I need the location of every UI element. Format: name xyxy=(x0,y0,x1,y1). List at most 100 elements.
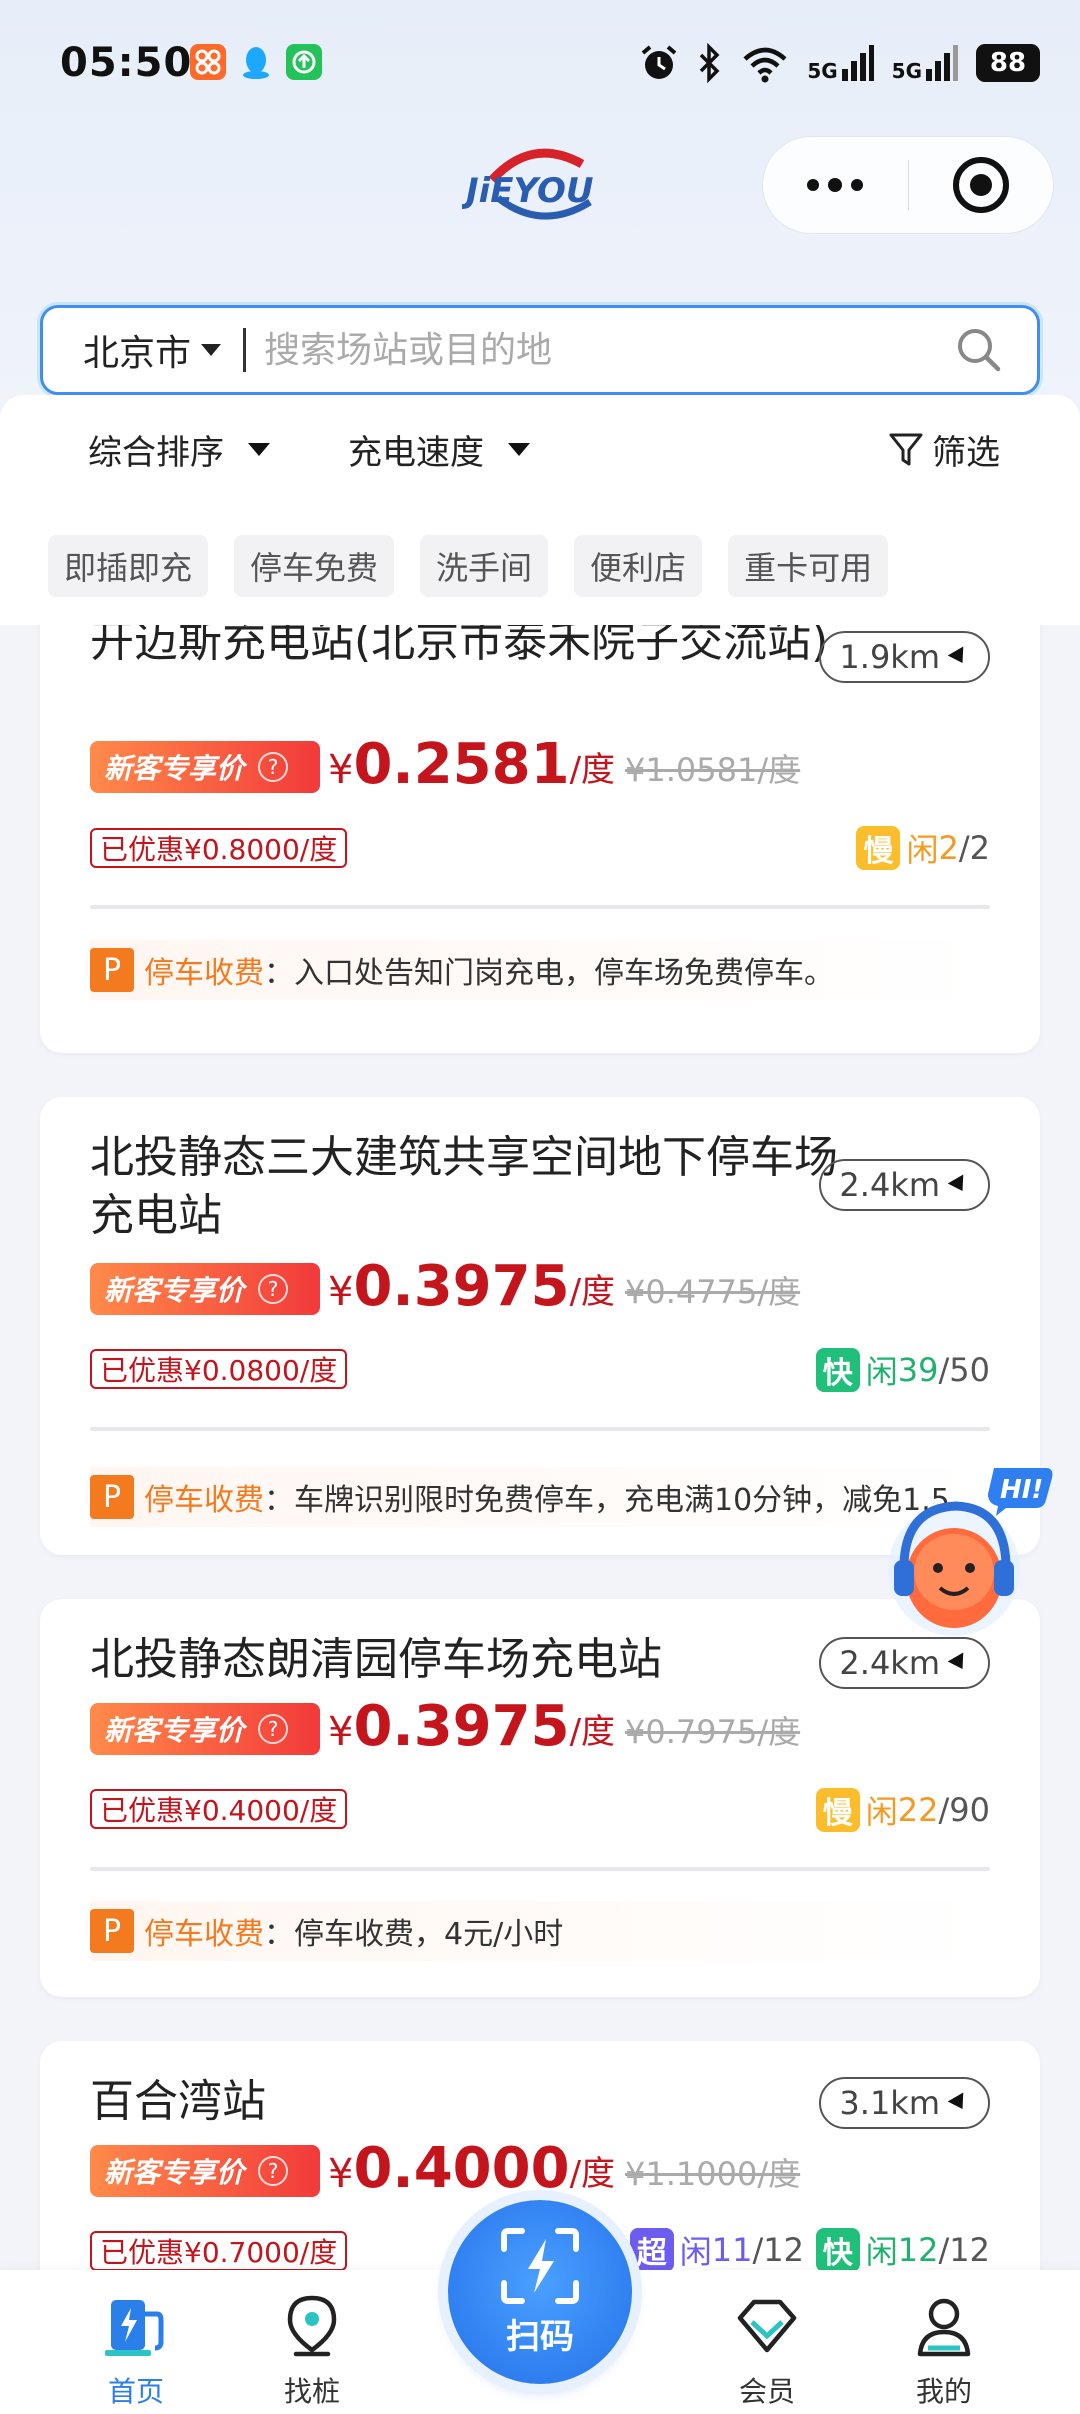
new-user-price-badge: 新客专享价? xyxy=(90,741,320,793)
discount-tag: 已优惠¥0.7000/度 xyxy=(90,2231,348,2270)
help-icon: ? xyxy=(258,752,289,782)
miniprogram-capsule xyxy=(762,136,1054,234)
free-count: 12 xyxy=(897,2231,939,2269)
speed-dropdown[interactable]: 充电速度 xyxy=(348,425,530,474)
more-button[interactable] xyxy=(763,136,908,234)
slow-charge-icon: 慢 xyxy=(856,826,901,870)
station-name: 北投静态三大建筑共享空间地下停车场充电站 xyxy=(90,1132,838,1241)
search-bar: 北京市 xyxy=(40,305,1040,395)
nav-member[interactable]: 会员 xyxy=(707,2294,827,2410)
tag-restroom[interactable]: 洗手间 xyxy=(420,535,549,597)
price-value: 0.2581 xyxy=(353,732,570,797)
currency-symbol: ¥ xyxy=(328,1709,354,1755)
battery-indicator: 88 xyxy=(976,44,1040,82)
nav-home[interactable]: 首页 xyxy=(76,2294,196,2410)
original-price: ¥1.1000/度 xyxy=(625,2155,801,2193)
new-user-price-badge: 新客专享价? xyxy=(90,1263,320,1315)
price-unit: /度 xyxy=(569,1712,616,1752)
search-input[interactable] xyxy=(264,329,951,371)
parking-info: P 停车收费 ：停车收费，4元/小时 xyxy=(90,1901,990,1961)
filter-label: 筛选 xyxy=(932,433,1000,473)
nav-home-label: 首页 xyxy=(107,2375,164,2408)
status-bar: 05:50 5G 5G 88 xyxy=(0,0,1080,130)
alarm-icon xyxy=(642,45,677,79)
free-count: 22 xyxy=(897,1791,939,1829)
distance-badge[interactable]: 3.1km xyxy=(819,2077,990,2129)
parking-icon: P xyxy=(90,1909,134,1953)
total-count: /2 xyxy=(958,829,990,867)
target-icon xyxy=(952,157,1009,213)
funnel-icon xyxy=(889,433,923,465)
customer-service-assistant[interactable]: HI! xyxy=(876,1460,1056,1650)
filter-button[interactable]: 筛选 xyxy=(888,425,1000,474)
navigate-arrow-icon xyxy=(947,1174,971,1196)
discount-tag: 已优惠¥0.8000/度 xyxy=(90,828,348,868)
bluetooth-icon xyxy=(700,43,720,83)
signal-2-icon: 5G xyxy=(892,43,958,83)
free-label: 闲 xyxy=(679,2233,712,2270)
tag-plug-and-charge[interactable]: 即插即充 xyxy=(48,535,209,597)
distance-text: 2.4km xyxy=(839,1166,940,1204)
svg-text:JiEYOU: JiEYOU xyxy=(462,171,593,211)
diamond-icon xyxy=(737,2299,797,2353)
nav-find[interactable]: 找桩 xyxy=(252,2294,372,2410)
free-count: 11 xyxy=(711,2231,753,2269)
parking-label: 停车收费 xyxy=(144,956,264,991)
card-divider xyxy=(90,1867,990,1871)
total-count: /90 xyxy=(938,1791,991,1829)
total-count: /12 xyxy=(938,2231,991,2269)
sort-row: 综合排序 充电速度 筛选 xyxy=(0,425,1080,485)
price-value: 0.4000 xyxy=(353,2136,570,2201)
sort-dropdown[interactable]: 综合排序 xyxy=(88,425,270,474)
scan-button[interactable]: 扫码 xyxy=(448,2200,632,2384)
search-icon[interactable] xyxy=(951,322,1007,378)
price-row: 新客专享价? ¥ 0.3975 /度 ¥0.4775/度 xyxy=(90,1255,800,1319)
free-label: 闲 xyxy=(906,831,939,869)
tag-free-parking[interactable]: 停车免费 xyxy=(234,535,395,597)
caret-down-icon[interactable] xyxy=(201,344,222,356)
station-card[interactable]: 开迈斯充电站(北京市泰禾院子交流站) 1.9km 新客专享价? ¥ 0.2581… xyxy=(40,625,1040,1053)
new-user-price-badge: 新客专享价? xyxy=(90,2145,320,2197)
nav-find-label: 找桩 xyxy=(283,2375,340,2408)
assistant-bubble-text: HI! xyxy=(1000,1475,1043,1505)
station-list[interactable]: 开迈斯充电站(北京市泰禾院子交流站) 1.9km 新客专享价? ¥ 0.2581… xyxy=(0,625,1080,2270)
close-miniprogram-button[interactable] xyxy=(908,136,1053,234)
price-unit: /度 xyxy=(569,2154,616,2194)
original-price: ¥1.0581/度 xyxy=(625,751,801,789)
card-divider xyxy=(90,1427,990,1431)
fast-charge-icon: 快 xyxy=(815,2228,860,2270)
slow-charge-icon: 慢 xyxy=(815,1788,860,1832)
parking-text: ：停车收费，4元/小时 xyxy=(264,1917,564,1952)
wifi-icon xyxy=(743,47,787,83)
filter-panel: 综合排序 充电速度 筛选 即插即充 停车免费 洗手间 便利店 重卡可用 xyxy=(0,395,1080,625)
caret-down-icon xyxy=(508,443,530,456)
caret-down-icon xyxy=(248,443,270,456)
free-label: 闲 xyxy=(865,1353,898,1391)
distance-badge[interactable]: 1.9km xyxy=(819,631,990,683)
tag-heavy-truck[interactable]: 重卡可用 xyxy=(728,535,889,597)
currency-symbol: ¥ xyxy=(328,747,354,793)
station-name: 北投静态朗清园停车场充电站 xyxy=(90,1634,662,1685)
original-price: ¥0.4775/度 xyxy=(625,1273,801,1311)
city-selector[interactable]: 北京市 xyxy=(83,324,191,376)
super-charge-icon: 超 xyxy=(629,2228,674,2270)
distance-text: 3.1km xyxy=(839,2084,940,2122)
new-user-price-badge: 新客专享价? xyxy=(90,1703,320,1755)
price-row: 新客专享价? ¥ 0.4000 /度 ¥1.1000/度 xyxy=(90,2137,800,2201)
signal-1-icon: 5G xyxy=(807,43,874,83)
availability: 快 闲 39 /50 xyxy=(815,1347,991,1393)
nav-mine[interactable]: 我的 xyxy=(884,2294,1004,2410)
home-charger-icon xyxy=(105,2300,164,2356)
distance-badge[interactable]: 2.4km xyxy=(819,1159,990,1211)
navigate-arrow-icon xyxy=(947,1652,971,1674)
total-count: /50 xyxy=(938,1351,991,1389)
free-count: 2 xyxy=(938,829,959,867)
nav-member-label: 会员 xyxy=(738,2375,795,2408)
parking-icon: P xyxy=(90,948,134,992)
tag-convenience-store[interactable]: 便利店 xyxy=(574,535,703,597)
sort-label: 综合排序 xyxy=(88,433,224,473)
free-label: 闲 xyxy=(865,2233,898,2270)
quick-filter-tags: 即插即充 停车免费 洗手间 便利店 重卡可用 xyxy=(48,535,889,597)
status-icons: 5G 5G 88 xyxy=(639,40,1040,86)
station-card[interactable]: 北投静态朗清园停车场充电站 2.4km 新客专享价? ¥ 0.3975 /度 ¥… xyxy=(40,1599,1040,1997)
